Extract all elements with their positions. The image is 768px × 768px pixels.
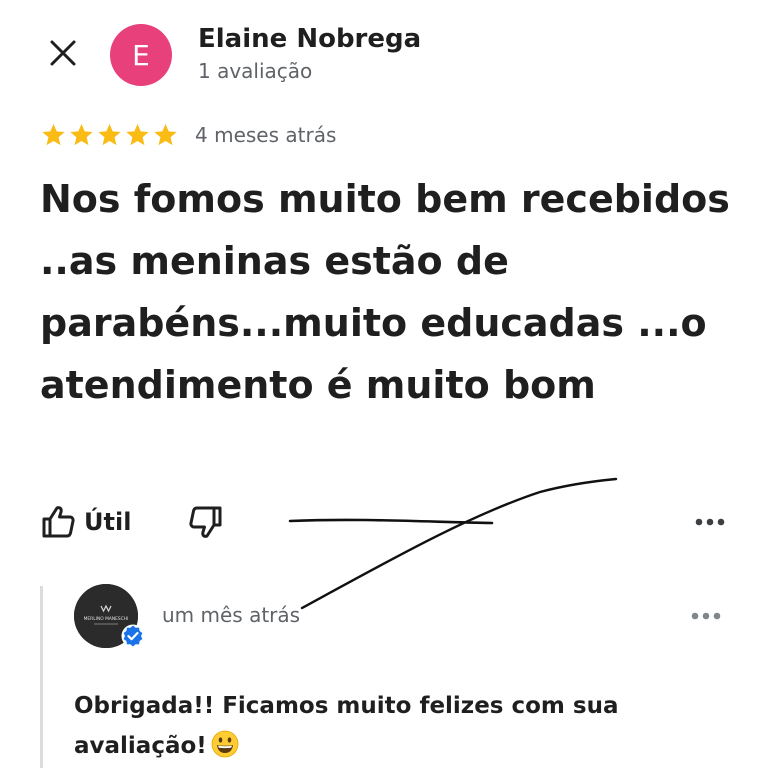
star-icon xyxy=(42,123,65,146)
reviewer-avatar[interactable]: E xyxy=(110,24,172,86)
reply-divider xyxy=(40,586,43,768)
avatar-letter: E xyxy=(132,38,150,72)
more-options-icon xyxy=(691,612,721,620)
useful-button[interactable]: Útil xyxy=(40,502,131,542)
review-actions: Útil xyxy=(40,502,730,542)
review-detail-page: E Elaine Nobrega 1 avaliação 4 meses atr… xyxy=(0,0,768,768)
useful-label: Útil xyxy=(84,508,132,536)
thumbs-down-icon xyxy=(189,506,222,538)
close-icon xyxy=(50,40,76,66)
reply-more-options-button[interactable] xyxy=(686,600,726,632)
star-icon xyxy=(154,123,177,146)
svg-text:MERLINO MANESCHI: MERLINO MANESCHI xyxy=(84,616,129,622)
not-useful-button[interactable] xyxy=(186,502,226,542)
verified-badge-icon xyxy=(121,624,145,648)
star-icon xyxy=(126,123,149,146)
review-date: 4 meses atrás xyxy=(195,123,337,147)
reply-date: um mês atrás xyxy=(162,603,301,627)
reply-text: Obrigada!! Ficamos muito felizes com sua… xyxy=(74,686,724,766)
review-text: Nos fomos muito bem recebidos ..as menin… xyxy=(40,177,730,407)
close-button[interactable] xyxy=(40,30,86,76)
reply-text-content: Obrigada!! Ficamos muito felizes com sua… xyxy=(74,693,619,759)
star-icon xyxy=(70,123,93,146)
more-options-icon xyxy=(695,518,725,526)
star-rating xyxy=(40,122,179,148)
thumbs-up-icon xyxy=(42,506,75,538)
reviewer-review-count: 1 avaliação xyxy=(198,59,313,83)
grinning-face-icon xyxy=(211,730,239,758)
rating-row: 4 meses atrás xyxy=(40,120,336,150)
star-icon xyxy=(98,123,121,146)
reviewer-name[interactable]: Elaine Nobrega xyxy=(198,24,421,54)
more-options-button[interactable] xyxy=(690,506,730,538)
